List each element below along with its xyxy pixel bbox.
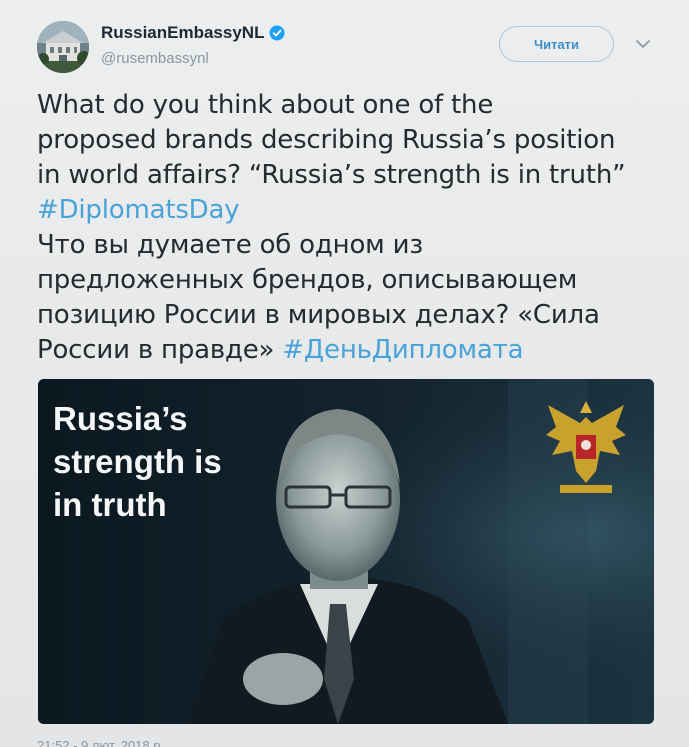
media-caption-line: in truth [53,486,167,523]
account-display-name[interactable]: RussianEmbassyNL [101,23,285,43]
account-avatar[interactable] [37,21,89,73]
tweet-text-line: позицию России в мировых делах? «Сила [37,300,600,330]
account-handle[interactable]: @rusembassynl [101,50,209,67]
tweet-text-line: proposed brands describing Russia’s posi… [37,125,616,155]
media-caption: Russia’s strength is in truth [53,397,222,526]
tweet-text-line: What do you think about one of the [37,90,494,120]
tweet-text-line: России в правде» [37,335,275,365]
tweet-text-line: предложенных брендов, описывающем [37,265,578,295]
embassy-building-avatar [37,21,89,73]
tweet-text-line: Что вы думаете об одном из [37,230,423,260]
display-name-text[interactable]: RussianEmbassyNL [101,23,264,43]
tweet-card: RussianEmbassyNL @rusembassynl Читати Wh… [0,0,689,747]
tweet-text: What do you think about one of the propo… [37,88,657,368]
media-caption-line: Russia’s [53,400,188,437]
tweet-media-image[interactable]: Russia’s strength is in truth [38,379,654,724]
hashtag-link-diplomatsday[interactable]: #DiplomatsDay [37,195,240,225]
hashtag-link-denidiplomata[interactable]: #ДеньДипломата [282,335,523,365]
verified-badge-icon [269,25,285,41]
tweet-text-line: in world affairs? “Russia’s strength is … [37,160,626,190]
media-caption-line: strength is [53,443,222,480]
tweet-timestamp[interactable]: 21:52 - 9 лют. 2018 р. [37,738,164,747]
chevron-down-icon[interactable] [634,37,652,51]
follow-button[interactable]: Читати [499,26,614,62]
